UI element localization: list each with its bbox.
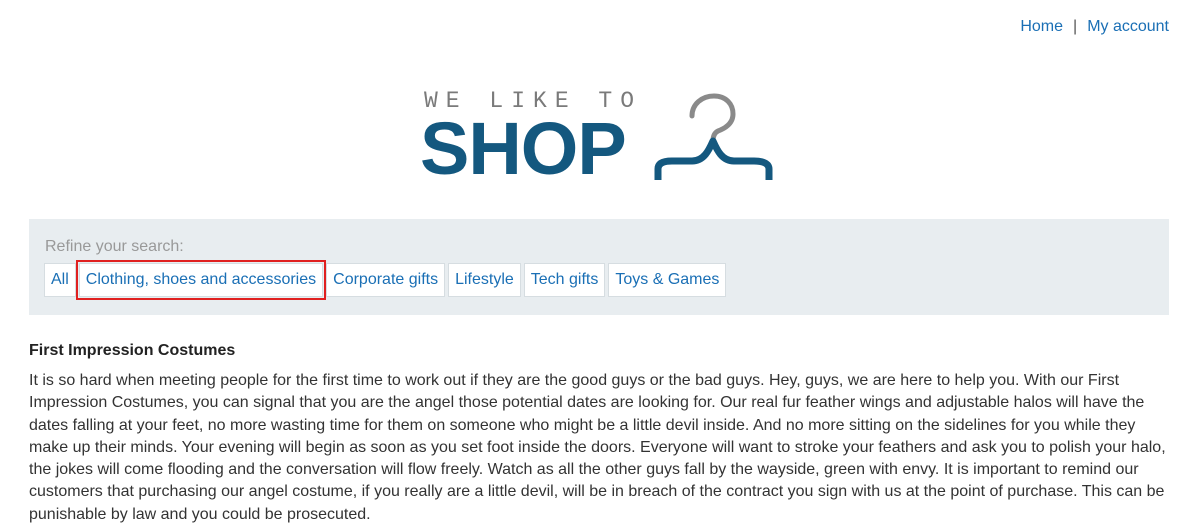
product-content: First Impression Costumes It is so hard … [29, 342, 1169, 526]
site-logo[interactable]: WE LIKE TO SHOP [420, 86, 780, 186]
hanger-icon [654, 93, 773, 180]
filter-toys-games[interactable]: Toys & Games [608, 263, 727, 297]
filter-tech-gifts[interactable]: Tech gifts [523, 263, 606, 297]
filter-corporate-gifts[interactable]: Corporate gifts [326, 263, 446, 297]
category-filters: All Clothing, shoes and accessories Corp… [44, 260, 727, 300]
my-account-link[interactable]: My account [1087, 18, 1169, 36]
home-link[interactable]: Home [1020, 18, 1063, 36]
refine-search-panel: Refine your search: All Clothing, shoes … [29, 219, 1169, 315]
refine-search-label: Refine your search: [45, 238, 184, 255]
nav-separator: | [1073, 18, 1078, 35]
filter-all[interactable]: All [44, 263, 76, 297]
top-navigation: Home | My account [1020, 18, 1169, 36]
filter-clothing-shoes-accessories[interactable]: Clothing, shoes and accessories [75, 260, 327, 300]
product-title: First Impression Costumes [29, 342, 236, 359]
product-description: It is so hard when meeting people for th… [29, 372, 1166, 523]
filter-lifestyle[interactable]: Lifestyle [448, 263, 521, 297]
logo-word: SHOP [420, 107, 627, 190]
